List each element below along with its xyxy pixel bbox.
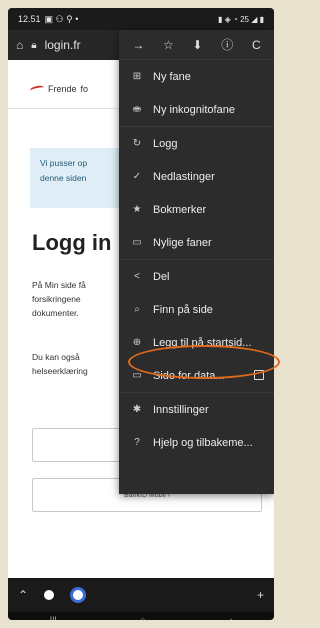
- bookmarks-icon: ★: [132, 204, 142, 215]
- help-icon: ?: [134, 437, 140, 448]
- menu-item-settings[interactable]: ✱ Innstillinger: [119, 393, 274, 426]
- collapse-chevron-icon[interactable]: ⌃: [18, 588, 28, 602]
- menu-item-recent-tabs[interactable]: ▭ Nylige faner: [119, 226, 274, 259]
- menu-item-history[interactable]: ↻ Logg: [119, 127, 274, 160]
- find-in-page-icon: ⌕: [134, 304, 140, 315]
- menu-toolbar: → ☆ ⬇ ⓘ C: [119, 30, 274, 60]
- tab-indicator[interactable]: [44, 590, 55, 600]
- logo-mark-icon: [29, 84, 45, 94]
- desktop-site-icon: ▭: [132, 370, 142, 381]
- phone-screen: 12.51 ▣ ⚇ ⚲ • ▮ ◈ ◔ 25 ◢ ▮ ⌂ 🔒︎ login.fr…: [8, 8, 274, 620]
- menu-item-add-to-home[interactable]: ⊕ Legg til på startsid...: [119, 326, 274, 359]
- url-text[interactable]: login.fr: [45, 38, 81, 52]
- menu-item-bookmarks[interactable]: ★ Bokmerker: [119, 193, 274, 226]
- share-icon: <: [134, 271, 140, 282]
- menu-item-incognito[interactable]: ⛂ Ny inkognitofane: [119, 93, 274, 126]
- status-left-icons: ▣ ⚇ ⚲ •: [44, 13, 79, 24]
- menu-item-label: Legg til på startsid...: [153, 336, 252, 349]
- add-to-home-icon: ⊕: [132, 337, 142, 348]
- home-button-icon[interactable]: ○: [140, 615, 145, 620]
- forward-icon[interactable]: →: [132, 38, 144, 52]
- menu-item-label: Nedlastinger: [153, 170, 215, 183]
- menu-item-label: Del: [153, 270, 170, 283]
- menu-item-label: Side for data...: [153, 369, 225, 382]
- back-icon[interactable]: ‹: [229, 615, 232, 620]
- history-icon: ↻: [132, 138, 142, 149]
- active-tab-indicator[interactable]: [70, 587, 87, 603]
- reload-icon[interactable]: C: [252, 38, 261, 52]
- home-icon[interactable]: ⌂: [16, 38, 23, 52]
- desktop-site-checkbox[interactable]: [254, 370, 264, 380]
- menu-item-find-in-page[interactable]: ⌕ Finn på side: [119, 293, 274, 326]
- menu-item-label: Ny inkognitofane: [153, 103, 235, 116]
- menu-item-label: Finn på side: [153, 303, 213, 316]
- menu-item-new-tab[interactable]: ⊞ Ny fane: [119, 60, 274, 93]
- status-bar: 12.51 ▣ ⚇ ⚲ • ▮ ◈ ◔ 25 ◢ ▮: [8, 8, 274, 30]
- status-time: 12.51: [18, 14, 41, 24]
- menu-item-desktop-site[interactable]: ▭ Side for data...: [119, 359, 274, 392]
- recent-tabs-icon: ▭: [132, 237, 142, 248]
- recents-icon[interactable]: |||: [50, 615, 57, 620]
- download-icon[interactable]: ⬇: [192, 38, 202, 52]
- info-icon[interactable]: ⓘ: [221, 36, 233, 53]
- incognito-icon: ⛂: [132, 104, 142, 115]
- site-logo[interactable]: Frende fo: [29, 84, 89, 94]
- menu-item-label: Hjelp og tilbakeme...: [153, 436, 253, 449]
- new-tab-icon: ⊞: [132, 71, 142, 82]
- menu-item-help-feedback[interactable]: ? Hjelp og tilbakeme...: [119, 426, 274, 459]
- menu-item-downloads[interactable]: ✓ Nedlastinger: [119, 160, 274, 193]
- lock-icon: 🔒︎: [31, 39, 37, 51]
- status-right-icons: ▮ ◈ ◔ 25 ◢ ▮: [218, 14, 264, 24]
- menu-item-share[interactable]: < Del: [119, 260, 274, 293]
- downloads-icon: ✓: [132, 171, 142, 182]
- logo-text: Frende: [48, 84, 77, 94]
- new-tab-plus-icon[interactable]: +: [257, 588, 264, 602]
- system-nav-bar: ||| ○ ‹: [8, 612, 274, 620]
- page-title: Logg in: [32, 230, 112, 255]
- menu-item-label: Logg: [153, 137, 178, 150]
- menu-item-label: Bokmerker: [153, 203, 207, 216]
- menu-item-label: Nylige faner: [153, 236, 212, 249]
- settings-icon: ✱: [132, 404, 142, 415]
- menu-item-label: Ny fane: [153, 70, 191, 83]
- logo-suffix: fo: [80, 84, 89, 94]
- menu-item-label: Innstillinger: [153, 403, 209, 416]
- browser-menu: → ☆ ⬇ ⓘ C ⊞ Ny fane ⛂ Ny inkognitofane ↻…: [119, 30, 274, 494]
- bookmark-star-icon[interactable]: ☆: [163, 38, 174, 52]
- tab-strip: ⌃ +: [8, 578, 274, 612]
